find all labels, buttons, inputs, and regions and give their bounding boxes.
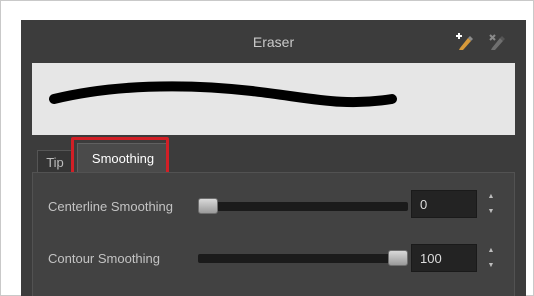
contour-smoothing-stepper[interactable]: ▲ ▼	[485, 243, 497, 273]
tab-tip[interactable]: Tip	[37, 150, 73, 173]
stroke-preview	[32, 63, 515, 135]
brush-stroke-preview	[49, 81, 397, 108]
centerline-smoothing-slider[interactable]	[198, 198, 408, 214]
tab-smoothing[interactable]: Smoothing	[77, 143, 169, 172]
delete-preset-icon[interactable]	[487, 33, 507, 51]
centerline-smoothing-field[interactable]: 0	[411, 190, 477, 218]
tool-properties-panel: Eraser Tip Smoothing Centerline Smoothin…	[21, 20, 526, 296]
smoothing-tab-content: Centerline Smoothing 0 ▲ ▼ Contour Smooth…	[32, 172, 515, 296]
contour-smoothing-slider[interactable]	[198, 250, 408, 266]
contour-smoothing-field[interactable]: 100	[411, 244, 477, 272]
centerline-smoothing-stepper[interactable]: ▲ ▼	[485, 189, 497, 219]
centerline-smoothing-handle[interactable]	[198, 198, 218, 214]
centerline-smoothing-label: Centerline Smoothing	[48, 199, 174, 214]
contour-smoothing-label: Contour Smoothing	[48, 251, 161, 266]
contour-smoothing-handle[interactable]	[388, 250, 408, 266]
panel-title: Eraser	[252, 34, 295, 50]
new-preset-icon[interactable]	[454, 33, 474, 51]
